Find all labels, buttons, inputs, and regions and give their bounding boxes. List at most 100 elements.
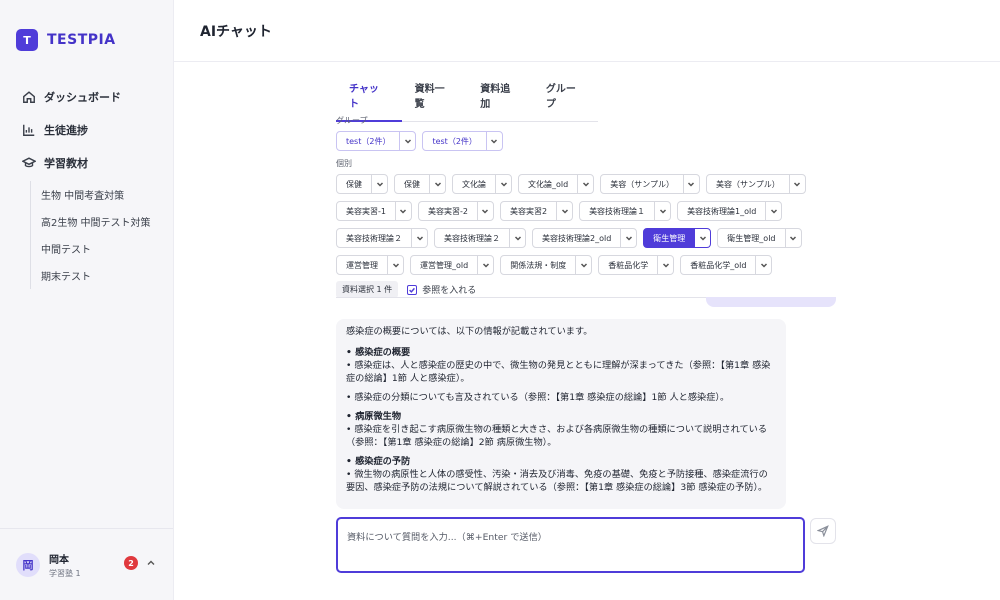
chevron-down-icon[interactable]	[371, 175, 387, 193]
material-select[interactable]: 保健	[336, 174, 388, 194]
material-select[interactable]: 美容実習2	[499, 201, 574, 221]
material-select-label: 保健	[404, 179, 420, 189]
chevron-down-icon[interactable]	[495, 175, 511, 193]
chat-input[interactable]	[347, 532, 794, 543]
group-select-label: test（2件）	[346, 136, 391, 146]
material-row: 美容実習-1 美容実習-2 美容実習2 美容技術理論１ 美容技術理論1_old	[336, 201, 836, 221]
group-section-label: グループ	[336, 116, 368, 125]
group-select-label: test（2件）	[432, 136, 477, 146]
chat-composer[interactable]	[336, 517, 805, 573]
material-select[interactable]: 美容技術理論2_old	[532, 228, 638, 248]
material-select-label: 関係法規・制度	[510, 260, 567, 270]
answer-section: • 感染症の予防 • 微生物の病原性と人体の感受性、汚染・消去及び消毒、免疫の基礎…	[346, 455, 776, 494]
send-button[interactable]	[810, 518, 836, 544]
chevron-down-icon[interactable]	[477, 256, 493, 274]
answer-section-heading: • 病原微生物	[346, 411, 402, 422]
group-select[interactable]: test（2件）	[336, 131, 417, 151]
material-select[interactable]: 関係法規・制度	[500, 255, 593, 275]
material-select[interactable]: 衛生管理	[643, 228, 712, 248]
material-select-label: 美容実習2	[509, 206, 548, 216]
chevron-down-icon[interactable]	[509, 229, 525, 247]
chevron-down-icon[interactable]	[654, 202, 670, 220]
material-select[interactable]: 美容技術理論２	[434, 228, 526, 248]
material-select[interactable]: 美容実習-2	[417, 201, 494, 221]
chevron-down-icon[interactable]	[765, 202, 781, 220]
material-select[interactable]: 保健	[394, 174, 446, 194]
sidebar: T TESTPIA ダッシュボード 生徒進捗 学習教材 生物 中間考査対策 高2…	[0, 0, 174, 600]
material-select-label: 美容技術理論２	[444, 233, 500, 243]
answer-section: • 感染症の概要 • 感染症は、人と感染症の歴史の中で、微生物の発見とともに理解が…	[346, 346, 776, 385]
material-select[interactable]: 美容（サンプル）	[705, 174, 806, 194]
sidebar-item-dashboard[interactable]: ダッシュボード	[0, 80, 173, 113]
chevron-down-icon[interactable]	[394, 202, 411, 220]
user-name: 岡本	[49, 554, 69, 566]
material-select-label: 美容技術理論１	[589, 206, 646, 216]
material-select[interactable]: 運営管理_old	[410, 255, 495, 275]
material-select[interactable]: 文化論_old	[518, 174, 595, 194]
chevron-down-icon[interactable]	[387, 256, 403, 274]
material-select-label: 美容実習-1	[346, 206, 386, 216]
include-refs-label[interactable]: 参照を入れる	[422, 283, 476, 296]
chevron-down-icon[interactable]	[788, 175, 805, 193]
user-message-bubble	[706, 297, 836, 307]
subnav-item[interactable]: 期末テスト	[41, 262, 173, 289]
material-select[interactable]: 美容技術理論２	[336, 228, 428, 248]
material-select[interactable]: 美容（サンプル）	[600, 174, 700, 194]
sidebar-item-label: ダッシュボード	[44, 90, 121, 104]
chevron-down-icon[interactable]	[657, 256, 673, 274]
chevron-down-icon[interactable]	[399, 132, 415, 150]
include-refs-checkbox[interactable]	[407, 284, 418, 295]
material-select[interactable]: 美容技術理論1_old	[677, 201, 783, 221]
answer-section: • 病原微生物 • 感染症を引き起こす病原微生物の種類と大きさ、および各病原微生物…	[346, 410, 776, 449]
brand-logo: T	[16, 29, 38, 51]
material-select[interactable]: 運営管理	[336, 255, 404, 275]
chevron-down-icon[interactable]	[577, 175, 593, 193]
material-select[interactable]: 香粧品化学	[598, 255, 675, 275]
answer-line: • 微生物の病原性と人体の感受性、汚染・消去及び消毒、免疫の基礎、免疫と予防接種…	[346, 469, 768, 493]
material-select[interactable]: 文化論	[452, 174, 512, 194]
chevron-down-icon[interactable]	[575, 256, 591, 274]
chevron-down-icon[interactable]	[411, 229, 427, 247]
home-icon	[23, 90, 35, 103]
answer-line: • 感染症を引き起こす病原微生物の種類と大きさ、および各病原微生物の種類について…	[346, 424, 768, 448]
brand[interactable]: T TESTPIA	[0, 20, 173, 60]
material-select-label: 美容（サンプル）	[715, 179, 780, 189]
group-select[interactable]: test（2件）	[422, 131, 503, 151]
subnav-item[interactable]: 高2生物 中間テスト対策	[41, 208, 173, 235]
answer-section-heading: • 感染症の予防	[346, 456, 411, 467]
material-select[interactable]: 衛生管理_old	[717, 228, 802, 248]
material-select[interactable]: 美容技術理論１	[579, 201, 672, 221]
sidebar-item-student-progress[interactable]: 生徒進捗	[0, 113, 173, 146]
subnav-item[interactable]: 中間テスト	[41, 235, 173, 262]
notification-badge[interactable]: 2	[124, 556, 138, 570]
material-select-label: 美容実習-2	[427, 206, 468, 216]
chevron-down-icon[interactable]	[694, 229, 711, 247]
material-select-label: 文化論_old	[528, 179, 569, 189]
chevron-down-icon[interactable]	[485, 132, 502, 150]
materials-subnav: 生物 中間考査対策 高2生物 中間テスト対策 中間テスト 期末テスト	[30, 181, 173, 289]
answer-intro: 感染症の概要については、以下の情報が記載されています。	[346, 326, 593, 337]
subnav-item[interactable]: 生物 中間考査対策	[41, 181, 173, 208]
main-area: AIチャット チャット 資料一覧 資料追加 グループ グループ test（2件）…	[174, 0, 1000, 600]
chevron-down-icon[interactable]	[620, 229, 636, 247]
user-menu[interactable]: 岡 岡本 学習塾 1 2	[0, 528, 173, 600]
material-select-label: 美容技術理論2_old	[542, 233, 612, 243]
answer-section: • 感染症の分類についても言及されている（参照：【第1章 感染症の総論】1節 人…	[346, 391, 776, 404]
sidebar-item-materials[interactable]: 学習教材	[0, 146, 173, 179]
assistant-message: 感染症の概要については、以下の情報が記載されています。 • 感染症の概要 • 感染…	[336, 319, 786, 509]
chevron-down-icon[interactable]	[429, 175, 445, 193]
chevron-up-icon[interactable]	[146, 558, 156, 568]
chevron-down-icon[interactable]	[755, 256, 771, 274]
chevron-down-icon[interactable]	[784, 229, 801, 247]
chevron-down-icon[interactable]	[476, 202, 493, 220]
answer-line: • 感染症は、人と感染症の歴史の中で、微生物の発見とともに理解が深まってきた（参…	[346, 360, 771, 384]
page-header: AIチャット	[174, 0, 1000, 62]
material-select-label: 美容技術理論２	[346, 233, 402, 243]
chevron-down-icon[interactable]	[556, 202, 572, 220]
material-select[interactable]: 美容実習-1	[336, 201, 412, 221]
material-select[interactable]: 香粧品化学_old	[680, 255, 773, 275]
chevron-down-icon[interactable]	[682, 175, 699, 193]
material-select-label: 運営管理_old	[420, 260, 469, 270]
sidebar-item-label: 学習教材	[44, 156, 88, 170]
material-select-label: 文化論	[462, 179, 486, 189]
